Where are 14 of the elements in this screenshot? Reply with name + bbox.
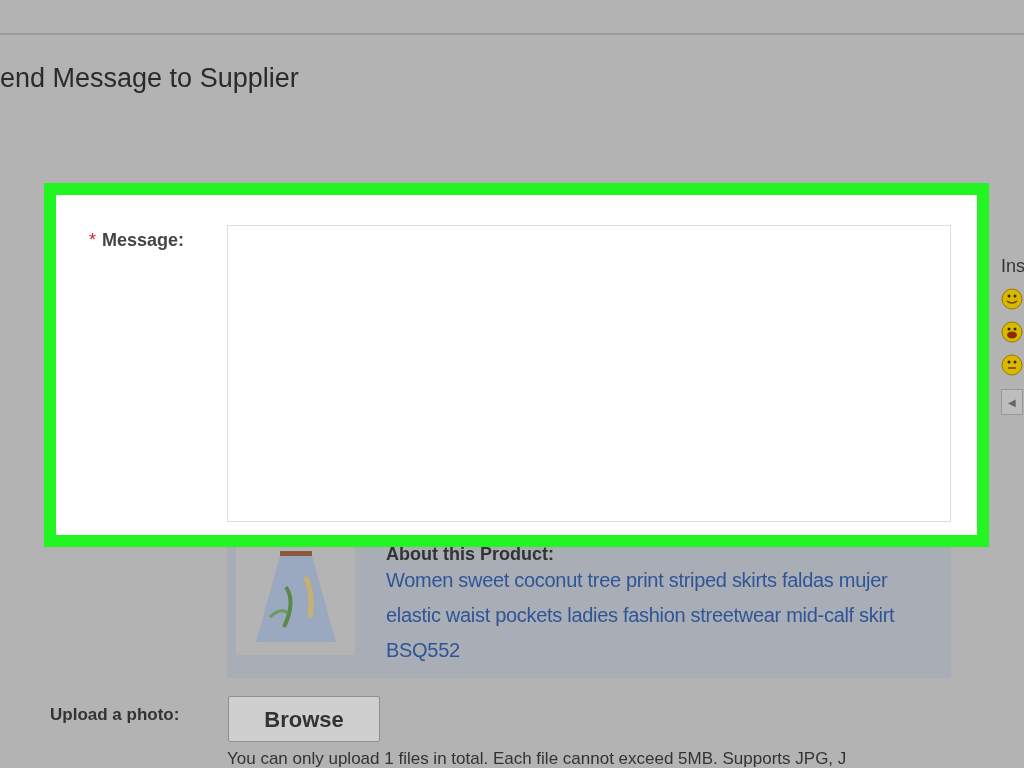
- page-title: end Message to Supplier: [0, 62, 299, 95]
- upload-label: Upload a photo:: [49, 704, 181, 726]
- emoticon-icon[interactable]: [1001, 321, 1023, 343]
- product-heading: About this Product:: [386, 547, 554, 561]
- required-mark: *: [89, 230, 96, 250]
- message-label: Message:: [102, 230, 185, 250]
- emoticon-icon[interactable]: [1001, 288, 1023, 310]
- emoticon-icon[interactable]: [1001, 354, 1023, 376]
- panel-heading: Ins: [1001, 255, 1024, 277]
- message-field[interactable]: [227, 225, 951, 522]
- product-link[interactable]: Women sweet coconut tree print striped skirts faldas mujer elastic waist pockets ladies fashion streetwear mid-calf skirt BSQ552: [386, 563, 931, 668]
- upload-note: You can only upload 1 files in total. Each file cannot exceed 5MB. Supports JPG, J: [227, 748, 847, 768]
- scroll-left-button[interactable]: ◀: [1001, 389, 1023, 415]
- browse-button[interactable]: Browse: [228, 696, 380, 742]
